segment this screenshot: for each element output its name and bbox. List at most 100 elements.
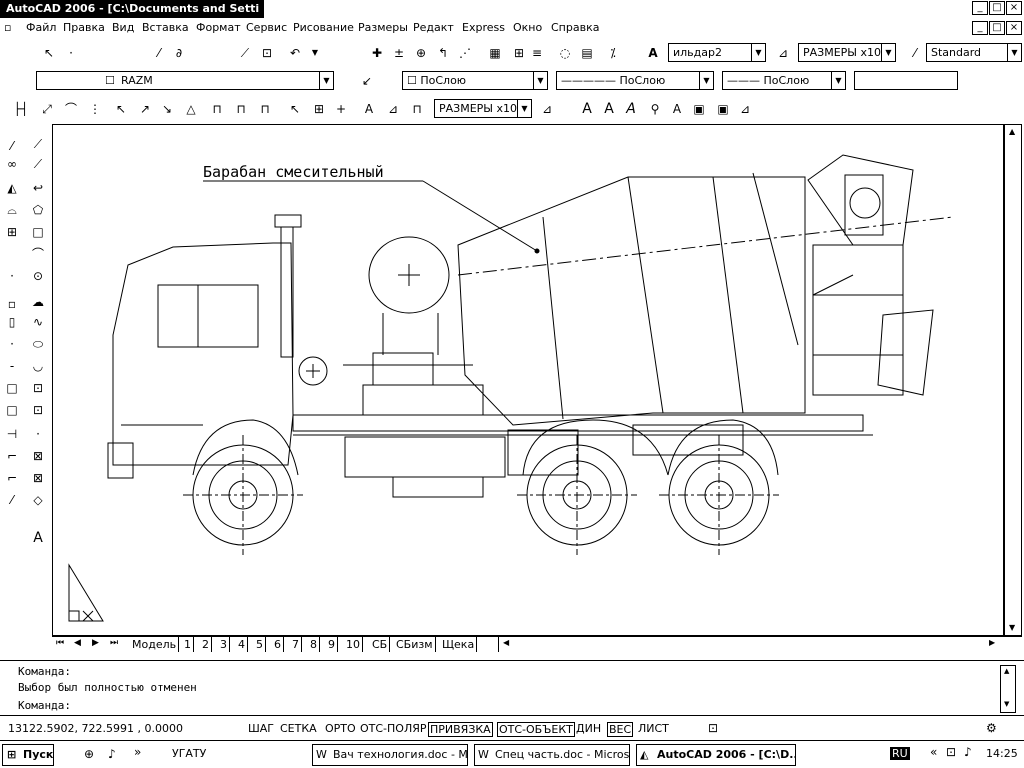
scroll-up-icon[interactable]: ▲	[1004, 667, 1009, 675]
join-icon[interactable]: ⊣	[4, 426, 20, 442]
language-indicator[interactable]: RU	[890, 747, 910, 760]
doc-minimize-button[interactable]: _	[972, 21, 988, 35]
tab-4[interactable]: 4	[236, 637, 248, 652]
polygon-icon[interactable]: ⬠	[30, 202, 46, 218]
tab-7[interactable]: 7	[290, 637, 302, 652]
dim-style-select-2[interactable]: РАЗМЕРЫ х10 ▼	[434, 99, 532, 118]
dim-text-edit-icon[interactable]: ⊿	[384, 100, 402, 118]
dim-ordinate-icon[interactable]: ⋮	[86, 100, 104, 118]
tray-settings-icon[interactable]: ⚙	[986, 721, 997, 735]
move-icon[interactable]: ·	[4, 268, 20, 284]
tab-prev-icon[interactable]: ◀	[74, 638, 81, 648]
menu-view[interactable]: Вид	[112, 21, 134, 34]
copy-icon[interactable]: ∞	[4, 156, 20, 172]
spell-icon[interactable]: A	[668, 100, 686, 118]
ellipse-arc-icon[interactable]: ◡	[30, 358, 46, 374]
text-edit-icon[interactable]: A	[622, 100, 640, 118]
menu-express[interactable]: Express	[462, 21, 505, 34]
layer-select[interactable]: ☐ RAZM ▼	[36, 71, 334, 90]
status-grid[interactable]: СЕТКА	[280, 722, 317, 735]
quick-toolbar-label[interactable]: УГАТУ	[172, 747, 206, 760]
properties-icon[interactable]: ⋰	[456, 44, 474, 62]
menu-tools[interactable]: Сервис	[246, 21, 287, 34]
text-justify-icon[interactable]: ▣	[714, 100, 732, 118]
status-osnap[interactable]: ПРИВЯЗКА	[428, 722, 493, 737]
minimize-button[interactable]: _	[972, 1, 988, 15]
maximize-button[interactable]: □	[989, 1, 1005, 15]
mirror-icon[interactable]: ◭	[4, 180, 20, 196]
scroll-down-icon[interactable]: ▼	[1004, 700, 1009, 708]
pan-icon[interactable]: ✚	[368, 44, 386, 62]
tab-first-icon[interactable]: ⏮	[56, 638, 64, 648]
status-snap[interactable]: ШАГ	[248, 722, 274, 735]
tab-last-icon[interactable]: ⏭	[110, 638, 118, 648]
color-select[interactable]: ☐ ПоСлою ▼	[402, 71, 548, 90]
block-icon[interactable]: ⊡	[258, 44, 276, 62]
chamfer-icon[interactable]: ⌐	[4, 448, 20, 464]
dim-angular-icon[interactable]: △	[182, 100, 200, 118]
dim-style-icon[interactable]: ⊿	[774, 44, 792, 62]
circle-icon[interactable]: ⊙	[30, 268, 46, 284]
gradient-icon[interactable]: ⊠	[30, 470, 46, 486]
status-otrack[interactable]: ОТС-ОБЪЕКТ	[497, 722, 575, 737]
tab-model[interactable]: Модель	[130, 637, 180, 652]
undo-icon[interactable]: ↶	[286, 44, 304, 62]
quicklaunch-icon[interactable]: ⊕	[84, 747, 94, 761]
menu-help[interactable]: Справка	[551, 21, 599, 34]
make-block-icon[interactable]: ⊡	[30, 402, 46, 418]
status-polar[interactable]: ОТС-ПОЛЯР	[360, 722, 427, 735]
menu-format[interactable]: Формат	[196, 21, 241, 34]
design-center-icon[interactable]: ▦	[486, 44, 504, 62]
dim-radius-icon[interactable]: ↖	[112, 100, 130, 118]
open-icon[interactable]: ·	[62, 44, 80, 62]
point-icon[interactable]: ·	[30, 426, 46, 442]
tolerance-icon[interactable]: ⊞	[310, 100, 328, 118]
tab-6[interactable]: 6	[272, 637, 284, 652]
menu-edit[interactable]: Правка	[63, 21, 105, 34]
toolbar-expand-icon[interactable]: »	[134, 745, 141, 759]
menu-draw[interactable]: Рисование	[293, 21, 354, 34]
command-window[interactable]: Команда: Выбор был полностью отменен Ком…	[0, 660, 1024, 716]
dim-continue-icon[interactable]: ⊓	[256, 100, 274, 118]
linetype-select[interactable]: ————— ПоСлою ▼	[556, 71, 714, 90]
revcloud-icon[interactable]: ☁	[30, 294, 46, 310]
tab-2[interactable]: 2	[200, 637, 212, 652]
task-item-word-1[interactable]: W Вач технология.doc - M...	[312, 744, 468, 766]
menu-dimension[interactable]: Размеры	[358, 21, 408, 34]
text-scale-icon[interactable]: ▣	[690, 100, 708, 118]
explode-icon[interactable]: ⁄	[4, 492, 20, 508]
brush-icon[interactable]: ⟋	[236, 44, 254, 62]
lineweight-select[interactable]: ——— ПоСлою ▼	[722, 71, 846, 90]
matchprop-icon[interactable]: ⁄	[150, 44, 168, 62]
new-icon[interactable]: ↖	[40, 44, 58, 62]
dim-jogged-icon[interactable]: ↗	[136, 100, 154, 118]
quick-dim-icon[interactable]: ⊓	[208, 100, 226, 118]
markup-icon[interactable]: ◌	[556, 44, 574, 62]
doc-close-button[interactable]: ×	[1006, 21, 1022, 35]
text-align-icon[interactable]: A	[600, 100, 618, 118]
task-item-autocad[interactable]: ◭ AutoCAD 2006 - [C:\D...	[636, 744, 796, 766]
polyline-icon[interactable]: ↩	[30, 180, 46, 196]
table-style-icon[interactable]: ⁄	[906, 44, 924, 62]
tab-next-icon[interactable]: ▶	[92, 638, 99, 648]
vertical-scrollbar[interactable]: ▲ ▼	[1004, 124, 1022, 636]
menu-modify[interactable]: Редакт	[413, 21, 454, 34]
tab-3[interactable]: 3	[218, 637, 230, 652]
find-icon[interactable]: ⚲	[646, 100, 664, 118]
offset-icon[interactable]: ⌓	[4, 202, 20, 218]
scroll-right-icon[interactable]: ▶	[989, 638, 995, 647]
rectangle-icon[interactable]: □	[30, 224, 46, 240]
zoom-icon[interactable]: ±	[390, 44, 408, 62]
scroll-up-icon[interactable]: ▲	[1009, 127, 1015, 136]
tab-1[interactable]: 1	[182, 637, 194, 652]
text-convert-icon[interactable]: ⊿	[736, 100, 754, 118]
center-mark-icon[interactable]: +	[332, 100, 350, 118]
dim-edit-icon[interactable]: A	[360, 100, 378, 118]
network-icon[interactable]: ⊡	[946, 745, 956, 759]
trim-icon[interactable]: -	[4, 358, 20, 374]
leader-icon[interactable]: ↖	[286, 100, 304, 118]
close-button[interactable]: ×	[1006, 1, 1022, 15]
horizontal-scrollbar[interactable]: ◀ ▶	[498, 637, 1002, 652]
scroll-down-icon[interactable]: ▼	[1009, 623, 1015, 632]
make-current-icon[interactable]: ↙	[358, 72, 376, 90]
